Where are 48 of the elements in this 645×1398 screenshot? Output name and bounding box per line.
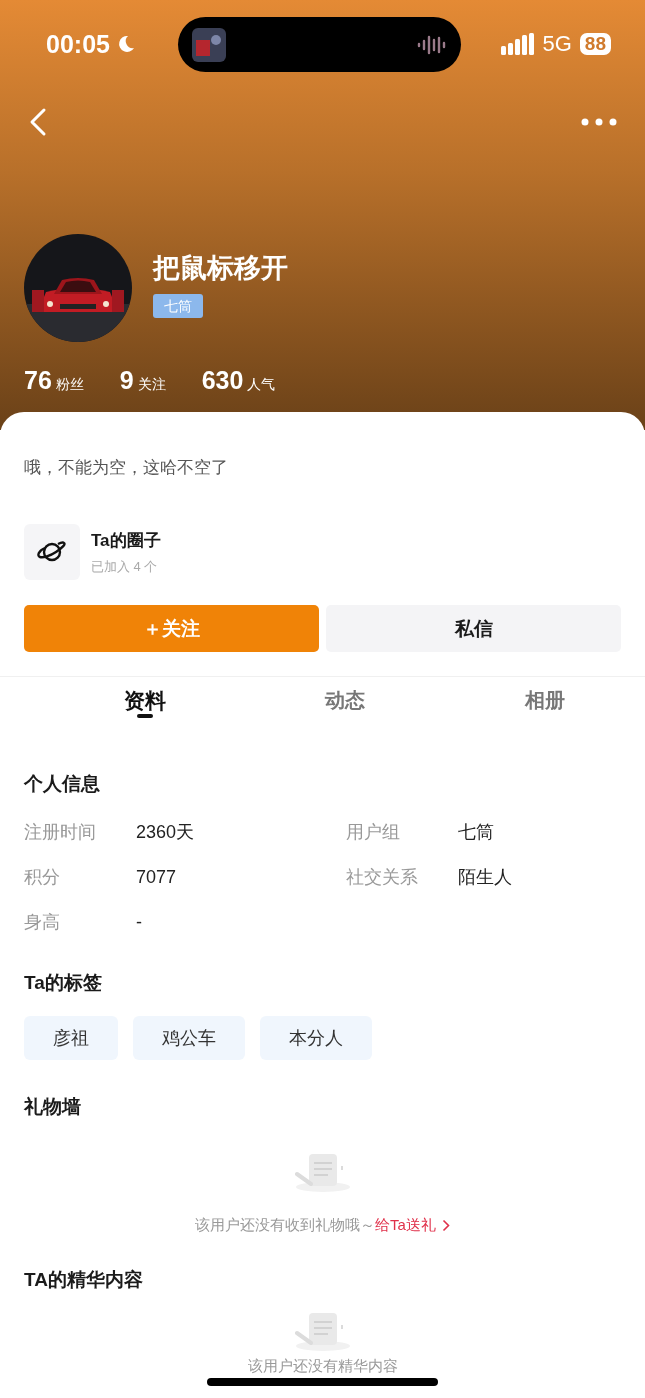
document-icon: [294, 1152, 351, 1192]
section-title: 礼物墙: [24, 1095, 82, 1119]
stat-value: 630: [201, 366, 244, 395]
document-icon: [294, 1311, 351, 1351]
info-value: 陌生人: [458, 866, 513, 889]
stat-value: 9: [119, 366, 134, 395]
network-label: 5G: [542, 31, 572, 57]
info-label: 社交关系: [346, 866, 419, 889]
status-time: 00:05: [46, 29, 136, 59]
waveform-icon: [417, 34, 447, 55]
user-group-badge: 七筒: [153, 293, 203, 318]
empty-message: 该用户还没有精华内容: [247, 1357, 398, 1374]
user-name: 把鼠标移开: [153, 251, 288, 285]
signal-icon: [500, 33, 535, 55]
circle-title[interactable]: Ta的圈子: [91, 528, 161, 552]
info-label: 积分: [24, 866, 61, 889]
info-value: -: [136, 911, 143, 934]
section-title: 个人信息: [24, 772, 101, 796]
tag-chip: 鸡公车: [133, 1016, 245, 1060]
stat-label: 人气: [247, 376, 276, 394]
section-title: Ta的标签: [24, 971, 103, 995]
tag-chip: 彦祖: [24, 1016, 118, 1060]
send-gift-link[interactable]: 给Ta送礼: [375, 1216, 450, 1235]
more-icon[interactable]: [581, 118, 617, 126]
info-label: 用户组: [346, 821, 401, 844]
info-value: 7077: [136, 866, 178, 889]
section-title: TA的精华内容: [24, 1268, 144, 1292]
tab[interactable]: 资料: [45, 677, 245, 724]
message-button[interactable]: 私信: [326, 605, 621, 652]
circle-count: 已加入 4 个: [91, 557, 159, 576]
info-value: 2360天: [136, 821, 196, 844]
info-label: 注册时间: [24, 821, 97, 844]
circle-icon-tile[interactable]: [24, 524, 80, 580]
tag-chip: 本分人: [260, 1016, 372, 1060]
empty-message: 该用户还没有收到礼物哦～: [195, 1216, 376, 1235]
follow-button[interactable]: ＋关注: [24, 605, 319, 652]
info-label: 身高: [24, 911, 61, 934]
stat-label: 粉丝: [55, 376, 84, 394]
tab[interactable]: 相册: [445, 677, 645, 724]
battery-level: 88: [579, 33, 611, 55]
stat-label: 关注: [137, 376, 166, 394]
bio-text: 哦，不能为空，这哈不空了: [24, 457, 229, 479]
tab[interactable]: 动态: [245, 677, 445, 724]
stat-value: 76: [24, 366, 52, 395]
chevron-icon: [441, 1219, 450, 1232]
back-icon[interactable]: [28, 107, 48, 137]
tab-indicator: [137, 714, 153, 718]
info-value: 七筒: [458, 821, 495, 844]
